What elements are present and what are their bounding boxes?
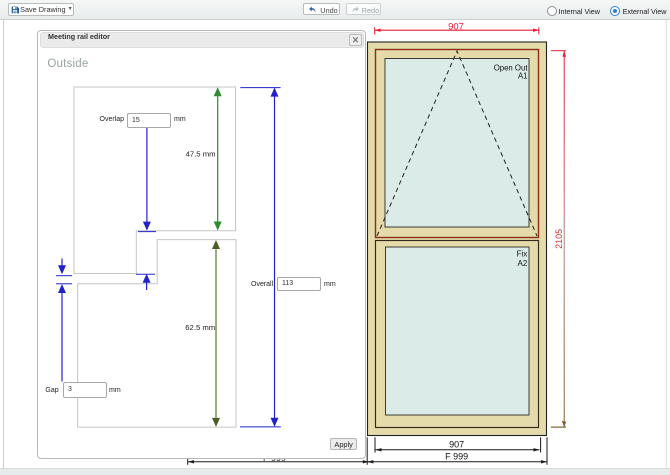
svg-text:47.5 mm: 47.5 mm bbox=[186, 150, 216, 159]
svg-text:62.5 mm: 62.5 mm bbox=[185, 323, 215, 332]
